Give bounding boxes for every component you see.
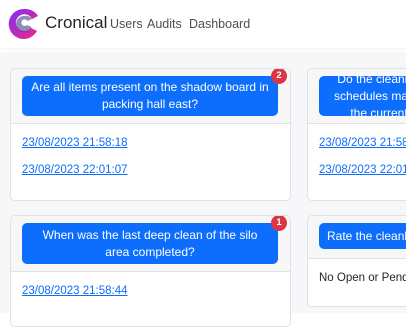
nav-dashboard[interactable]: Dashboard [189,16,250,32]
nav-audits[interactable]: Audits [147,16,182,32]
notification-badge: 1 [271,216,287,231]
brand-name[interactable]: Cronical [45,13,107,33]
cronical-logo-icon[interactable] [7,7,41,41]
response-link[interactable]: 23/08/2023 21:58:18 [22,136,128,150]
response-link[interactable]: 23/08/2023 22:01:07 [319,163,406,177]
question-button[interactable]: When was the last deep clean of the silo… [22,223,278,264]
top-navbar: Cronical Users Audits Dashboard [0,0,406,48]
card-header: Are all items present on the shadow boar… [11,69,290,124]
question-card: When was the last deep clean of the silo… [10,215,291,327]
question-card: Do the cleaning schedules match the curr… [307,68,406,201]
status-text: No Open or Pending [319,272,406,284]
notification-badge: 2 [271,69,287,84]
card-header: When was the last deep clean of the silo… [11,216,290,272]
dashboard-content: Are all items present on the shadow boar… [0,52,406,327]
question-card: Rate the cleanliness No Open or Pending [307,215,406,307]
nav-users[interactable]: Users [110,16,143,32]
card-header: Rate the cleanliness [308,216,406,259]
card-header: Do the cleaning schedules match the curr… [308,69,406,124]
question-button[interactable]: Are all items present on the shadow boar… [22,76,278,116]
question-button[interactable]: Do the cleaning schedules match the curr… [319,72,406,120]
question-card: Are all items present on the shadow boar… [10,68,291,201]
response-link[interactable]: 23/08/2023 21:58:44 [22,284,128,298]
response-link[interactable]: 23/08/2023 22:01:07 [22,163,128,177]
question-button[interactable]: Rate the cleanliness [319,223,406,249]
response-link[interactable]: 23/08/2023 21:58:18 [319,136,406,150]
